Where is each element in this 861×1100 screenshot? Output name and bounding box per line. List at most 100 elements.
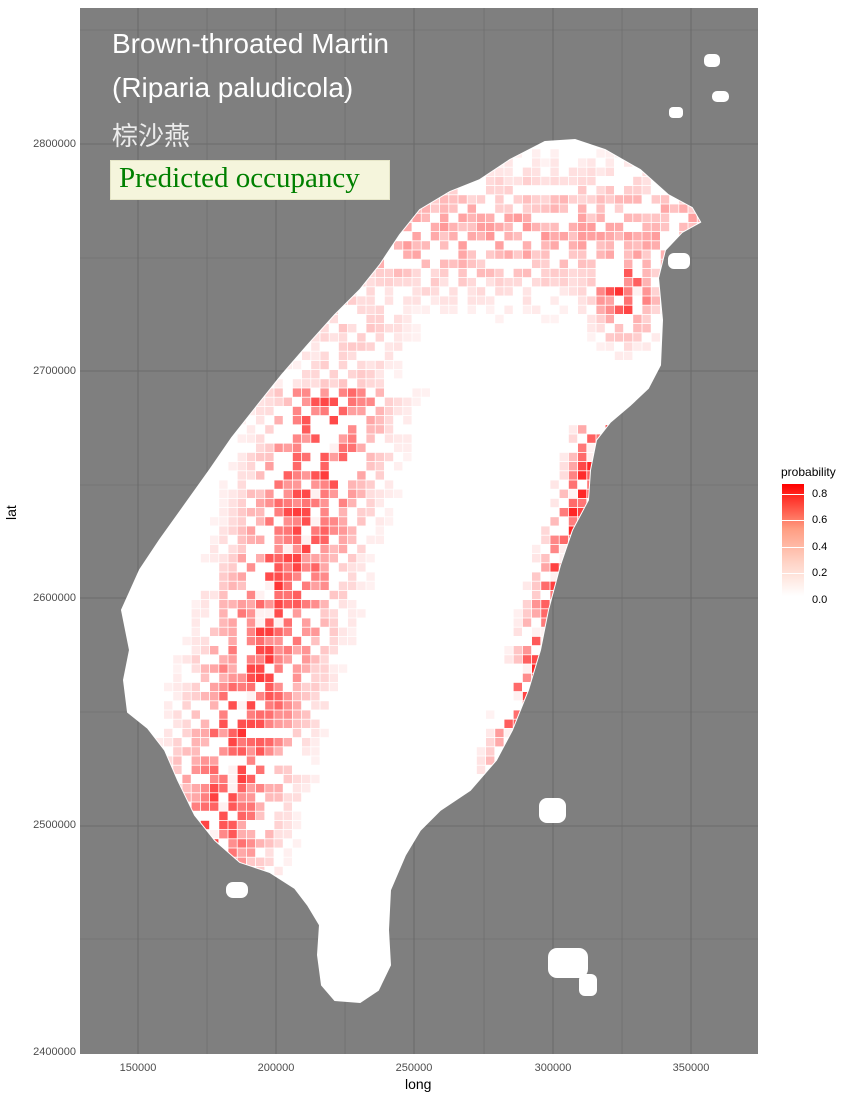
occupancy-cell	[182, 784, 191, 793]
occupancy-cell	[412, 268, 421, 278]
occupancy-cell	[320, 480, 329, 489]
occupancy-cell	[403, 434, 412, 443]
occupancy-cell	[219, 830, 228, 839]
occupancy-cell	[458, 259, 467, 268]
occupancy-cell	[210, 802, 219, 811]
occupancy-cell	[440, 259, 449, 268]
occupancy-cell	[292, 600, 302, 609]
occupancy-cell	[440, 213, 449, 222]
occupancy-cell	[283, 471, 292, 480]
occupancy-cell	[173, 747, 182, 756]
occupancy-cell	[219, 480, 228, 489]
occupancy-cell	[256, 590, 265, 600]
occupancy-cell	[449, 195, 458, 204]
occupancy-cell	[237, 572, 246, 581]
occupancy-cell	[394, 489, 403, 498]
occupancy-cell	[246, 701, 256, 710]
occupancy-cell	[348, 480, 357, 489]
occupancy-cell	[338, 664, 348, 673]
occupancy-cell	[292, 719, 302, 728]
occupancy-cell	[246, 636, 256, 646]
occupancy-cell	[633, 314, 642, 324]
occupancy-cell	[550, 296, 559, 305]
occupancy-cell	[504, 278, 513, 287]
occupancy-cell	[578, 305, 587, 314]
occupancy-cell	[283, 544, 292, 554]
occupancy-cell	[228, 793, 237, 802]
occupancy-cell	[559, 259, 568, 268]
occupancy-cell	[486, 250, 495, 259]
occupancy-cell	[578, 452, 587, 462]
occupancy-cell	[182, 682, 191, 692]
occupancy-cell	[237, 673, 246, 682]
occupancy-cell	[550, 268, 559, 278]
occupancy-cell	[338, 406, 348, 416]
occupancy-cell	[274, 600, 283, 609]
occupancy-cell	[302, 535, 311, 544]
occupancy-cell	[191, 618, 200, 627]
occupancy-cell	[283, 572, 292, 581]
occupancy-cell	[246, 738, 256, 747]
occupancy-cell	[624, 287, 633, 296]
occupancy-cell	[228, 636, 237, 646]
occupancy-cell	[191, 738, 200, 747]
occupancy-cell	[596, 324, 605, 333]
occupancy-cell	[311, 535, 320, 544]
occupancy-cell	[191, 664, 200, 673]
occupancy-cell	[265, 747, 274, 756]
occupancy-cell	[228, 701, 237, 710]
occupancy-cell	[283, 508, 292, 517]
occupancy-cell	[375, 268, 384, 278]
occupancy-cell	[219, 535, 228, 544]
occupancy-cell	[596, 195, 605, 204]
occupancy-cell	[568, 278, 578, 287]
occupancy-cell	[504, 176, 513, 186]
occupancy-cell	[320, 646, 329, 655]
occupancy-cell	[274, 636, 283, 646]
occupancy-cell	[486, 738, 495, 747]
occupancy-cell	[265, 627, 274, 636]
occupancy-cell	[357, 489, 366, 498]
occupancy-cell	[568, 425, 578, 434]
occupancy-cell	[246, 784, 256, 793]
occupancy-cell	[384, 452, 394, 462]
occupancy-cell	[246, 489, 256, 498]
occupancy-cell	[292, 811, 302, 820]
occupancy-cell	[541, 314, 550, 324]
occupancy-cell	[486, 222, 495, 232]
occupancy-cell	[403, 268, 412, 278]
species-scientific-name: (Riparia paludicola)	[112, 72, 354, 103]
occupancy-cell	[311, 379, 320, 388]
occupancy-cell	[283, 397, 292, 406]
occupancy-cell	[292, 526, 302, 535]
occupancy-cell	[292, 636, 302, 646]
occupancy-cell	[651, 222, 660, 232]
occupancy-cell	[311, 434, 320, 443]
occupancy-cell	[228, 673, 237, 682]
occupancy-cell	[559, 287, 568, 296]
occupancy-cell	[274, 710, 283, 719]
occupancy-cell	[660, 213, 670, 222]
occupancy-cell	[191, 756, 200, 765]
occupancy-cell	[522, 673, 532, 682]
occupancy-cell	[274, 701, 283, 710]
occupancy-cell	[384, 351, 394, 360]
occupancy-cell	[375, 452, 384, 462]
occupancy-cell	[246, 425, 256, 434]
occupancy-cell	[246, 563, 256, 572]
occupancy-cell	[357, 581, 366, 590]
occupancy-cell	[559, 278, 568, 287]
occupancy-cell	[624, 250, 633, 259]
occupancy-cell	[283, 443, 292, 452]
occupancy-cell	[421, 305, 430, 314]
occupancy-cell	[651, 241, 660, 250]
occupancy-cell	[366, 324, 375, 333]
occupancy-cell	[578, 489, 587, 498]
occupancy-cell	[292, 839, 302, 848]
occupancy-cell	[164, 682, 173, 692]
occupancy-cell	[228, 682, 237, 692]
occupancy-cell	[237, 526, 246, 535]
occupancy-cell	[522, 167, 532, 176]
occupancy-cell	[338, 434, 348, 443]
occupancy-cell	[532, 204, 541, 213]
